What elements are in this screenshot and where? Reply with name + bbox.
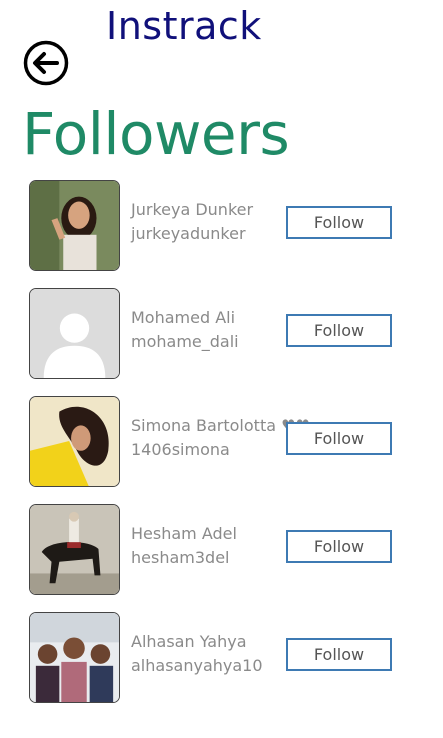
follow-button[interactable]: Follow <box>286 530 392 563</box>
avatar <box>29 612 120 703</box>
avatar <box>29 504 120 595</box>
avatar <box>29 288 120 379</box>
list-item: Mohamed Ali mohame_dali Follow <box>0 288 420 382</box>
avatar <box>29 396 120 487</box>
follow-button[interactable]: Follow <box>286 206 392 239</box>
app-title: Instrack <box>106 4 262 48</box>
back-arrow-icon <box>23 40 69 86</box>
page-title: Followers <box>22 100 290 168</box>
follower-name: Alhasan Yahya <box>131 632 247 651</box>
list-item: Jurkeya Dunker jurkeyadunker Follow <box>0 180 420 274</box>
list-item: Simona Bartolotta ♥♥ 1406simona Follow <box>0 396 420 490</box>
follower-name: Mohamed Ali <box>131 308 236 327</box>
follower-username: hesham3del <box>131 548 230 567</box>
follower-username: jurkeyadunker <box>131 224 246 243</box>
follower-username: mohame_dali <box>131 332 239 351</box>
back-button[interactable] <box>23 40 69 86</box>
follower-username: alhasanyahya10 <box>131 656 263 675</box>
follow-button[interactable]: Follow <box>286 638 392 671</box>
follow-button[interactable]: Follow <box>286 422 392 455</box>
follower-username: 1406simona <box>131 440 230 459</box>
follower-name: Hesham Adel <box>131 524 237 543</box>
list-item: Alhasan Yahya alhasanyahya10 Follow <box>0 612 420 706</box>
follow-button[interactable]: Follow <box>286 314 392 347</box>
follower-name: Jurkeya Dunker <box>131 200 254 219</box>
avatar <box>29 180 120 271</box>
follower-name: Simona Bartolotta ♥♥ <box>131 416 310 435</box>
list-item: Hesham Adel hesham3del Follow <box>0 504 420 598</box>
